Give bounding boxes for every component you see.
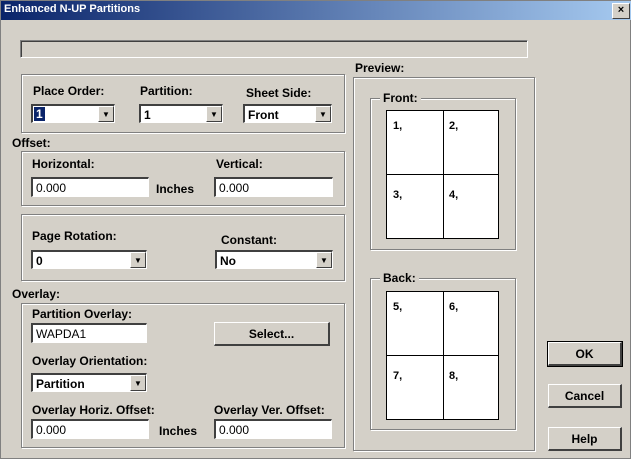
chevron-down-icon[interactable]: ▼ (130, 375, 146, 391)
preview-label: Preview: (355, 61, 405, 75)
partition-cell: 8, (449, 370, 459, 382)
overlay-orientation-label: Overlay Orientation: (32, 354, 148, 368)
horizontal-offset-input[interactable]: 0.000 (31, 177, 149, 197)
inches-label: Inches (156, 182, 195, 196)
back-label: Back: (380, 271, 419, 285)
grid-divider (387, 174, 498, 175)
front-label: Front: (380, 91, 421, 105)
sheet-side-value: Front (248, 108, 279, 122)
constant-label: Constant: (221, 233, 277, 247)
chevron-down-icon[interactable]: ▼ (130, 252, 146, 268)
page-rotation-label: Page Rotation: (32, 229, 117, 243)
front-preview-grid: 1, 2, 3, 4, (386, 110, 499, 239)
page-rotation-select[interactable]: 0 ▼ (31, 250, 147, 269)
overlay-ver-offset-label: Overlay Ver. Offset: (214, 403, 325, 417)
partition-cell: 3, (393, 189, 403, 201)
constant-value: No (220, 254, 236, 268)
offset-section-label: Offset: (12, 136, 51, 150)
place-order-select[interactable]: 1 ▼ (31, 104, 115, 123)
horizontal-label: Horizontal: (32, 157, 95, 171)
page-rotation-value: 0 (36, 254, 43, 268)
chevron-down-icon[interactable]: ▼ (206, 106, 222, 122)
overlay-horiz-offset-label: Overlay Horiz. Offset: (32, 403, 155, 417)
status-bar (20, 40, 528, 58)
help-button[interactable]: Help (548, 427, 622, 451)
overlay-orientation-value: Partition (36, 377, 85, 391)
place-order-label: Place Order: (33, 84, 105, 98)
partition-overlay-label: Partition Overlay: (32, 307, 133, 321)
overlay-ver-offset-input[interactable]: 0.000 (214, 419, 332, 439)
title-bar: Enhanced N-UP Partitions × (1, 1, 631, 20)
chevron-down-icon[interactable]: ▼ (316, 252, 332, 268)
overlay-orientation-select[interactable]: Partition ▼ (31, 373, 147, 392)
overlay-horiz-offset-input[interactable]: 0.000 (31, 419, 149, 439)
partition-select[interactable]: 1 ▼ (139, 104, 223, 123)
partition-cell: 6, (449, 301, 459, 313)
partition-label: Partition: (140, 84, 193, 98)
overlay-section-label: Overlay: (12, 287, 61, 301)
constant-select[interactable]: No ▼ (215, 250, 333, 269)
cancel-button[interactable]: Cancel (548, 384, 622, 408)
rotation-group (21, 214, 345, 281)
close-icon[interactable]: × (612, 3, 630, 19)
select-overlay-button[interactable]: Select... (214, 322, 330, 346)
chevron-down-icon[interactable]: ▼ (315, 106, 331, 122)
partition-cell: 1, (393, 120, 403, 132)
partition-cell: 2, (449, 120, 459, 132)
window-title: Enhanced N-UP Partitions (4, 3, 141, 15)
grid-divider (387, 355, 498, 356)
ok-button[interactable]: OK (547, 341, 623, 367)
sheet-side-label: Sheet Side: (246, 86, 312, 100)
dialog-window: Enhanced N-UP Partitions × Place Order: … (0, 0, 631, 459)
partition-overlay-input[interactable]: WAPDA1 (31, 323, 147, 343)
place-order-value: 1 (34, 107, 45, 121)
vertical-offset-input[interactable]: 0.000 (214, 177, 333, 197)
overlay-inches-label: Inches (159, 424, 198, 438)
vertical-label: Vertical: (216, 157, 263, 171)
partition-cell: 5, (393, 301, 403, 313)
chevron-down-icon[interactable]: ▼ (98, 106, 114, 122)
back-preview-grid: 5, 6, 7, 8, (386, 291, 499, 420)
sheet-side-select[interactable]: Front ▼ (243, 104, 332, 123)
partition-cell: 7, (393, 370, 403, 382)
partition-cell: 4, (449, 189, 459, 201)
partition-value: 1 (144, 108, 151, 122)
